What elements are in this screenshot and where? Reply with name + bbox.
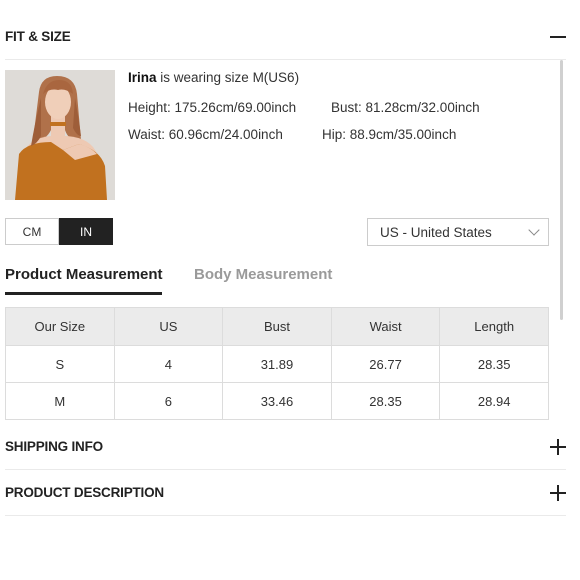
shipping-info-header[interactable]: SHIPPING INFO xyxy=(5,424,566,470)
column-header-bust: Bust xyxy=(222,307,332,346)
fit-size-title: FIT & SIZE xyxy=(5,29,71,44)
table-cell xyxy=(113,419,224,420)
table-row xyxy=(5,419,549,420)
model-photo xyxy=(5,70,115,200)
table-cell: 28.94 xyxy=(439,382,549,420)
collapse-minus-icon[interactable] xyxy=(550,29,566,45)
product-description-header[interactable]: PRODUCT DESCRIPTION xyxy=(5,470,566,516)
size-table-container[interactable]: Our Size US Bust Waist Length S 4 31.89 … xyxy=(5,307,549,420)
expand-plus-icon[interactable] xyxy=(550,438,566,455)
table-cell: 33.46 xyxy=(222,382,332,420)
unit-cm-button[interactable]: CM xyxy=(5,218,59,245)
shipping-info-title: SHIPPING INFO xyxy=(5,439,103,454)
model-image xyxy=(5,70,115,200)
scrollbar[interactable] xyxy=(560,60,563,320)
wearing-size: is wearing size M(US6) xyxy=(160,70,300,85)
tab-product-measurement[interactable]: Product Measurement xyxy=(5,266,163,283)
chevron-down-icon xyxy=(528,224,540,236)
table-cell xyxy=(439,419,549,420)
table-header-row: Our Size US Bust Waist Length xyxy=(5,307,549,346)
country-select[interactable]: US - United States xyxy=(367,218,549,246)
table-cell xyxy=(330,419,441,420)
country-selected-value: US - United States xyxy=(380,224,492,240)
model-waist: Waist: 60.96cm/24.00inch xyxy=(128,127,283,142)
table-cell: 6 xyxy=(113,382,224,420)
expand-plus-icon[interactable] xyxy=(550,484,566,501)
table-cell: 28.35 xyxy=(330,382,441,420)
table-row: S 4 31.89 26.77 28.35 xyxy=(5,345,549,383)
table-cell xyxy=(222,419,332,420)
table-row: M 6 33.46 28.35 28.94 xyxy=(5,382,549,420)
model-name: Irina xyxy=(128,70,157,85)
size-table: Our Size US Bust Waist Length S 4 31.89 … xyxy=(5,307,549,420)
column-header-waist: Waist xyxy=(330,307,441,346)
model-wearing-text: Irina is wearing size M(US6) xyxy=(128,70,299,85)
table-cell xyxy=(5,419,115,420)
unit-toggle: CM IN xyxy=(5,218,113,245)
table-cell: S xyxy=(5,345,115,383)
model-height: Height: 175.26cm/69.00inch xyxy=(128,100,297,115)
model-bust: Bust: 81.28cm/32.00inch xyxy=(331,100,480,115)
fit-size-header[interactable]: FIT & SIZE xyxy=(5,14,566,60)
tab-body-measurement[interactable]: Body Measurement xyxy=(194,266,332,283)
column-header-us: US xyxy=(113,307,224,346)
table-cell: 31.89 xyxy=(222,345,332,383)
column-header-our-size: Our Size xyxy=(5,307,115,346)
unit-in-button[interactable]: IN xyxy=(59,218,113,245)
table-cell: M xyxy=(5,382,115,420)
model-hip: Hip: 88.9cm/35.00inch xyxy=(322,127,457,142)
table-cell: 4 xyxy=(113,345,224,383)
column-header-length: Length xyxy=(439,307,549,346)
product-description-title: PRODUCT DESCRIPTION xyxy=(5,485,164,500)
active-tab-indicator xyxy=(5,292,162,295)
table-cell: 28.35 xyxy=(439,345,549,383)
table-cell: 26.77 xyxy=(330,345,441,383)
